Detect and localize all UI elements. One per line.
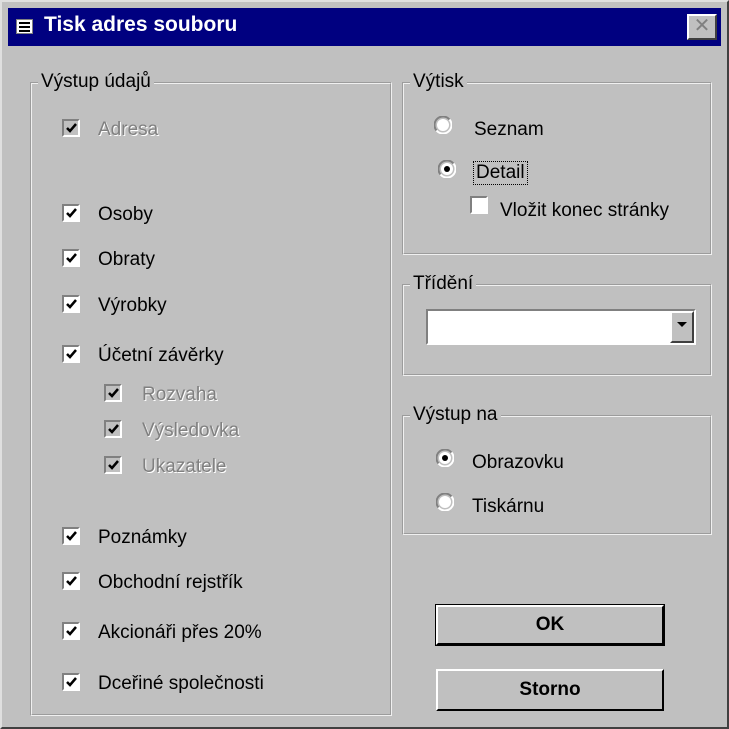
radio-obrazovku[interactable] — [436, 449, 454, 467]
radio-seznam[interactable] — [434, 116, 452, 134]
check-icon — [108, 424, 119, 434]
label-obchodni-rejstrik: Obchodní rejstřík — [98, 572, 243, 593]
checkbox-ucetni-zaverky[interactable] — [62, 345, 80, 363]
checkbox-akcionari[interactable] — [62, 622, 80, 640]
label-detail: Detail — [473, 161, 528, 185]
checkbox-dcerine-spolecnosti[interactable] — [62, 673, 80, 691]
label-seznam: Seznam — [474, 119, 544, 140]
label-obraty: Obraty — [98, 249, 156, 270]
label-page-break: Vložit konec stránky — [500, 200, 669, 221]
label-vysledovka: Výsledovka — [142, 420, 240, 441]
checkbox-vysledovka[interactable] — [104, 420, 122, 438]
check-icon — [66, 123, 77, 133]
label-tiskarnu: Tiskárnu — [472, 496, 545, 517]
ok-button[interactable]: OK — [435, 604, 665, 646]
check-icon — [66, 208, 77, 218]
checkbox-obchodni-rejstrik[interactable] — [62, 572, 80, 590]
checkbox-ukazatele[interactable] — [104, 456, 122, 474]
checkbox-poznamky[interactable] — [62, 527, 80, 545]
radio-dot-icon — [444, 166, 450, 172]
check-icon — [66, 677, 77, 687]
radio-detail[interactable] — [438, 160, 456, 178]
check-icon — [66, 531, 77, 541]
window-title: Tisk adres souboru — [44, 13, 238, 36]
sorting-dropdown-button[interactable] — [670, 311, 694, 343]
checkbox-page-break[interactable] — [470, 196, 488, 214]
output-data-legend: Výstup údajů — [38, 71, 154, 93]
close-button[interactable]: ✕ — [687, 14, 717, 40]
checkbox-rozvaha[interactable] — [104, 384, 122, 402]
checkbox-vyrobky[interactable] — [62, 295, 80, 313]
check-icon — [108, 388, 119, 398]
check-icon — [108, 460, 119, 470]
check-icon — [66, 576, 77, 586]
check-icon — [66, 253, 77, 263]
label-akcionari: Akcionáři přes 20% — [98, 622, 262, 643]
checkbox-osoby[interactable] — [62, 204, 80, 222]
chevron-down-icon — [677, 322, 687, 327]
label-ukazatele: Ukazatele — [142, 456, 227, 477]
form-icon — [16, 19, 33, 34]
sorting-legend: Třídění — [410, 273, 477, 295]
check-icon — [66, 626, 77, 636]
check-icon — [66, 299, 77, 309]
label-ucetni-zaverky: Účetní závěrky — [98, 345, 224, 366]
checkbox-adresa[interactable] — [62, 119, 80, 137]
label-vyrobky: Výrobky — [98, 295, 167, 316]
check-icon — [66, 349, 77, 359]
label-dcerine-spolecnosti: Dceřiné společnosti — [98, 673, 264, 694]
print-type-legend: Výtisk — [410, 71, 467, 93]
label-rozvaha: Rozvaha — [142, 384, 217, 405]
label-obrazovku: Obrazovku — [472, 452, 564, 473]
cancel-button[interactable]: Storno — [436, 669, 664, 711]
output-to-legend: Výstup na — [410, 404, 501, 426]
label-adresa: Adresa — [98, 119, 159, 140]
sorting-combobox[interactable] — [426, 309, 696, 345]
radio-dot-icon — [442, 455, 448, 461]
radio-tiskarnu[interactable] — [436, 493, 454, 511]
dialog-window: Tisk adres souboru ✕ Výstup údajů Adresa… — [0, 0, 729, 729]
output-to-group: Výstup na — [402, 404, 712, 535]
label-poznamky: Poznámky — [98, 527, 187, 548]
checkbox-obraty[interactable] — [62, 249, 80, 267]
title-bar[interactable]: Tisk adres souboru ✕ — [8, 8, 721, 46]
label-osoby: Osoby — [98, 204, 153, 225]
